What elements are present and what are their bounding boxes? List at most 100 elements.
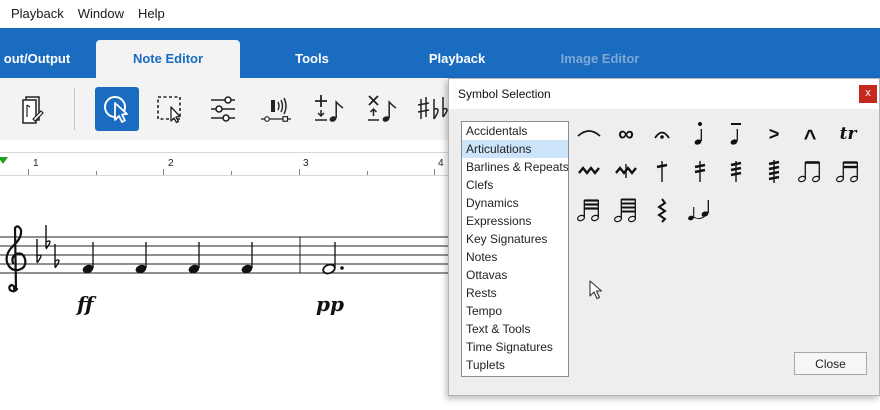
accent-symbol[interactable]: > xyxy=(759,119,789,149)
menu-playback[interactable]: Playback xyxy=(4,0,71,28)
delete-note-button[interactable] xyxy=(360,87,404,131)
ruler-tick xyxy=(163,169,164,175)
app-window: Playback Window Help out/Output Note Edi… xyxy=(0,0,880,410)
category-item[interactable]: Clefs xyxy=(462,176,568,194)
close-button[interactable]: Close xyxy=(794,352,867,375)
note-quarter[interactable] xyxy=(81,242,94,275)
beamed-64ths-symbol[interactable] xyxy=(611,195,641,225)
close-icon[interactable]: x xyxy=(859,85,877,103)
playhead-marker-icon[interactable] xyxy=(0,157,8,164)
beamed-eighths-icon xyxy=(798,161,820,183)
tab-note-editor[interactable]: Note Editor xyxy=(96,40,240,78)
tremolo-3-icon xyxy=(730,161,742,182)
category-item[interactable]: Text & Tools xyxy=(462,320,568,338)
marcato-symbol[interactable]: ^ xyxy=(795,119,825,150)
tenuto-symbol[interactable] xyxy=(721,119,751,149)
beamed-32nds-symbol[interactable] xyxy=(574,195,604,225)
grace-note-icon xyxy=(688,200,709,221)
inverted-mordent-symbol[interactable] xyxy=(611,156,641,186)
note-quarter[interactable] xyxy=(134,242,147,275)
trill-symbol[interactable]: tr xyxy=(833,119,863,149)
ruler-number: 3 xyxy=(303,158,309,169)
tremolo-4-icon xyxy=(768,160,780,183)
staff-system xyxy=(0,225,460,293)
mixer-sliders-button[interactable] xyxy=(201,87,245,131)
category-item-selected[interactable]: Articulations xyxy=(462,140,568,158)
turn-icon: ∞ xyxy=(618,121,634,146)
marcato-icon: ^ xyxy=(803,125,817,150)
tremolo-1-icon xyxy=(656,161,668,182)
trill-icon: tr xyxy=(839,124,857,144)
dynamic-marking[interactable]: pp xyxy=(316,292,344,316)
ruler-tick xyxy=(367,171,368,175)
arpeggio-icon xyxy=(657,198,667,223)
category-item[interactable]: Time Signatures xyxy=(462,338,568,356)
toolbar-separator xyxy=(74,88,75,130)
select-pointer-icon xyxy=(104,96,128,123)
category-item[interactable]: Barlines & Repeats xyxy=(462,158,568,176)
dynamic-marking[interactable]: ff xyxy=(77,292,94,316)
menu-bar: Playback Window Help xyxy=(0,0,880,28)
category-item[interactable]: Accidentals xyxy=(462,122,568,140)
playback-sound-button[interactable] xyxy=(254,87,298,131)
ruler-tick xyxy=(28,169,29,175)
tab-image-editor: Image Editor xyxy=(560,51,640,66)
ruler-tick xyxy=(434,169,435,175)
beamed-32nds-icon xyxy=(577,199,599,222)
menu-window[interactable]: Window xyxy=(71,0,131,28)
category-item[interactable]: Tuplets xyxy=(462,356,568,374)
fermata-icon xyxy=(654,131,670,139)
select-tool-button[interactable] xyxy=(95,87,139,131)
score-properties-icon xyxy=(22,96,44,124)
ruler-tick xyxy=(231,171,232,175)
grace-note-symbol[interactable] xyxy=(685,195,715,225)
staccato-symbol[interactable] xyxy=(685,119,715,149)
measure-ruler[interactable]: 1 2 3 4 xyxy=(0,152,460,176)
symbol-selection-dialog: Symbol Selection x Accidentals Articulat… xyxy=(448,78,880,396)
delete-note-icon xyxy=(368,95,397,122)
arpeggio-symbol[interactable] xyxy=(647,195,677,225)
beamed-64ths-icon xyxy=(614,198,636,223)
tremolo-4-symbol[interactable] xyxy=(759,156,789,186)
fermata-symbol[interactable] xyxy=(647,119,677,149)
marquee-select-button[interactable] xyxy=(148,87,192,131)
category-item[interactable]: Ottavas xyxy=(462,266,568,284)
menu-help[interactable]: Help xyxy=(131,0,172,28)
score-properties-button[interactable] xyxy=(10,87,54,131)
add-note-icon xyxy=(315,95,344,122)
marquee-select-icon xyxy=(157,96,181,124)
category-item[interactable]: Key Signatures xyxy=(462,230,568,248)
tab-playback[interactable]: Playback xyxy=(405,40,509,78)
score-canvas[interactable]: ff pp xyxy=(0,176,460,410)
category-item[interactable]: Notes xyxy=(462,248,568,266)
tab-tools[interactable]: Tools xyxy=(262,40,362,78)
add-note-button[interactable] xyxy=(307,87,351,131)
mordent-icon xyxy=(578,166,600,175)
ribbon-tab-bar: out/Output Note Editor Tools Playback Im… xyxy=(0,28,880,78)
beamed-sixteenths-symbol[interactable] xyxy=(833,156,863,186)
ruler-tick xyxy=(299,169,300,175)
ruler-tick xyxy=(96,171,97,175)
mordent-symbol[interactable] xyxy=(574,156,604,186)
note-quarter[interactable] xyxy=(240,242,253,275)
tab-input-output[interactable]: out/Output xyxy=(0,40,82,78)
tremolo-1-symbol[interactable] xyxy=(647,156,677,186)
tremolo-3-symbol[interactable] xyxy=(721,156,751,186)
beamed-eighths-symbol[interactable] xyxy=(795,156,825,186)
turn-symbol[interactable]: ∞ xyxy=(611,119,641,149)
note-dotted-half[interactable] xyxy=(322,242,344,275)
inverted-mordent-icon xyxy=(615,164,637,178)
treble-clef-icon xyxy=(5,225,27,293)
category-item[interactable]: Dynamics xyxy=(462,194,568,212)
category-item[interactable]: Rests xyxy=(462,284,568,302)
note-quarter[interactable] xyxy=(187,242,200,275)
accidentals-icon xyxy=(417,97,448,120)
slur-symbol[interactable] xyxy=(574,119,604,149)
category-item[interactable]: Expressions xyxy=(462,212,568,230)
speaker-playback-icon xyxy=(261,97,291,122)
dialog-title-bar[interactable]: Symbol Selection x xyxy=(449,79,879,109)
category-list[interactable]: Accidentals Articulations Barlines & Rep… xyxy=(461,121,569,377)
tremolo-2-symbol[interactable] xyxy=(685,156,715,186)
category-item[interactable]: Tempo xyxy=(462,302,568,320)
ruler-number: 2 xyxy=(168,158,174,169)
